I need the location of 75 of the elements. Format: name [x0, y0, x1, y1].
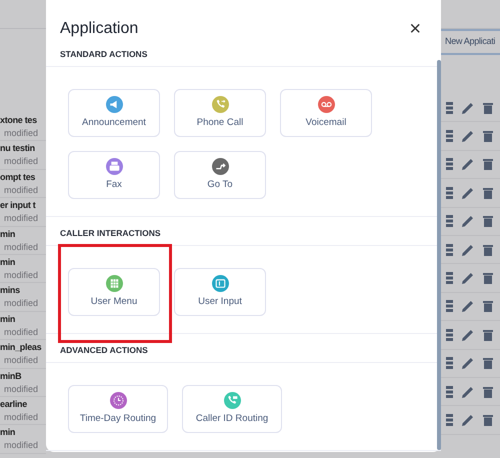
action-card[interactable]: User Menu — [68, 268, 160, 316]
row-meta: modified — [3, 354, 40, 368]
action-card[interactable]: User Input — [174, 268, 266, 316]
row-meta: modified — [3, 240, 40, 254]
section-heading: ADVANCED ACTIONS — [60, 344, 148, 356]
row-title: er input t — [0, 199, 37, 212]
row-meta: modified — [3, 439, 40, 452]
list-icon[interactable] — [446, 328, 453, 341]
dialog-title: Application — [60, 19, 138, 39]
row-title: min — [0, 426, 16, 440]
action-card[interactable]: Time-Day Routing — [68, 385, 168, 433]
pencil-icon[interactable] — [462, 158, 474, 170]
list-icon[interactable] — [446, 386, 453, 398]
list-icon[interactable] — [446, 357, 453, 370]
close-button[interactable]: × — [407, 19, 423, 39]
trash-icon[interactable] — [483, 158, 493, 170]
trash-icon[interactable] — [483, 186, 493, 199]
pencil-icon[interactable] — [462, 300, 474, 312]
list-icon[interactable] — [446, 414, 453, 426]
trash-icon[interactable] — [483, 130, 493, 142]
row-meta: modified — [3, 155, 40, 168]
list-icon[interactable] — [446, 272, 453, 284]
row-title: min — [0, 256, 16, 269]
pencil-icon[interactable] — [462, 386, 474, 398]
row-title: mins — [0, 284, 21, 298]
trash-icon[interactable] — [483, 386, 493, 398]
trash-icon[interactable] — [483, 244, 493, 256]
pencil-icon[interactable] — [462, 357, 474, 370]
trash-icon[interactable] — [483, 215, 493, 228]
pencil-icon[interactable] — [462, 272, 474, 284]
list-icon[interactable] — [446, 186, 453, 199]
trash-icon[interactable] — [483, 102, 493, 114]
list-icon[interactable] — [446, 215, 453, 228]
pencil-icon[interactable] — [462, 328, 474, 341]
row-meta: modified — [3, 184, 40, 197]
section-heading: STANDARD ACTIONS — [60, 48, 148, 60]
trash-icon[interactable] — [483, 357, 493, 370]
row-meta: modified — [3, 268, 40, 282]
pencil-icon[interactable] — [462, 244, 474, 256]
action-card[interactable]: Voicemail — [280, 89, 372, 137]
row-meta: modified — [3, 382, 40, 396]
row-title: earline — [0, 398, 28, 411]
row-title: min — [0, 228, 16, 241]
section-heading: CALLER INTERACTIONS — [60, 227, 161, 239]
trash-icon[interactable] — [483, 414, 493, 426]
row-meta: modified — [3, 212, 40, 226]
scrollbar-thumb[interactable] — [437, 60, 441, 450]
row-meta: modified — [3, 127, 40, 140]
pencil-icon[interactable] — [462, 414, 474, 426]
pencil-icon[interactable] — [462, 130, 474, 142]
row-title: min — [0, 312, 16, 326]
row-title: nu testin — [0, 142, 36, 156]
list-icon[interactable] — [446, 244, 453, 256]
trash-icon[interactable] — [483, 328, 493, 341]
row-meta: modified — [3, 326, 40, 339]
row-meta: modified — [3, 297, 40, 310]
action-card[interactable]: Announcement — [68, 89, 160, 137]
row-title: min_pleas — [0, 341, 42, 354]
list-icon[interactable] — [446, 130, 453, 142]
action-card[interactable]: Fax — [68, 151, 160, 199]
action-card[interactable]: Phone Call — [174, 89, 266, 137]
trash-icon[interactable] — [483, 272, 493, 284]
list-icon[interactable] — [446, 300, 453, 312]
row-meta: modified — [3, 410, 40, 424]
pencil-icon[interactable] — [462, 186, 474, 199]
row-title: xtone tes — [0, 114, 38, 127]
action-card[interactable]: Go To — [174, 151, 266, 199]
pencil-icon[interactable] — [462, 215, 474, 228]
pencil-icon[interactable] — [462, 102, 474, 114]
row-title: minB — [0, 370, 22, 383]
list-icon[interactable] — [446, 158, 453, 170]
action-card[interactable]: Caller ID Routing — [182, 385, 282, 433]
row-title: ompt tes — [0, 170, 36, 184]
list-icon[interactable] — [446, 102, 453, 114]
trash-icon[interactable] — [483, 300, 493, 312]
